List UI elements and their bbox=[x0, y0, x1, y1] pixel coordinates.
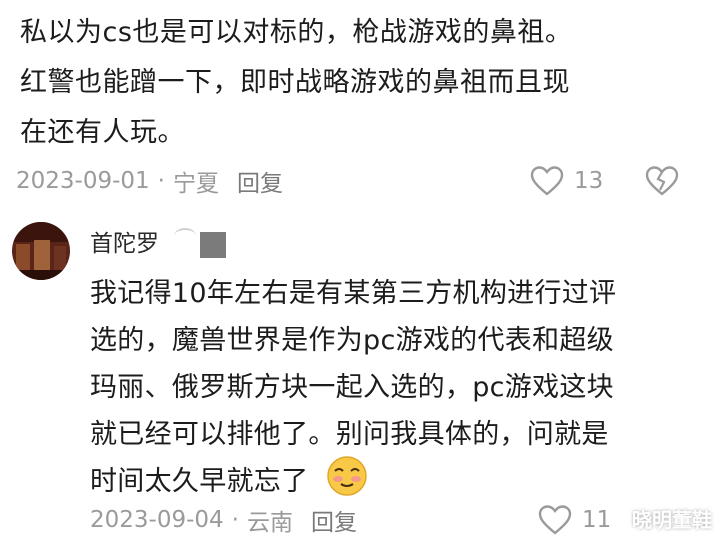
like-count: 13 bbox=[574, 168, 604, 194]
like-count: 11 bbox=[582, 507, 612, 533]
watermark: 晓明董鞋 bbox=[632, 508, 712, 532]
meta-separator: · bbox=[231, 507, 239, 533]
comment-text: 私以为cs也是可以对标的，枪战游戏的鼻祖。 红警也能蹭一下，即时战略游戏的鼻祖而… bbox=[20, 17, 573, 148]
like-button[interactable]: 13 bbox=[530, 161, 603, 201]
user-badge-icon bbox=[200, 232, 226, 258]
comment-location: 宁夏 bbox=[172, 171, 219, 197]
like-button[interactable]: 11 bbox=[538, 500, 611, 540]
heart-outline-icon bbox=[530, 166, 564, 196]
avatar[interactable] bbox=[12, 222, 70, 280]
reply-text: 我记得10年左右是有某第三方机构进行过评 选的，魔兽世界是作为pc游戏的代表和超… bbox=[90, 278, 617, 497]
reply-meta: 2023-09-04 · 云南 回复 bbox=[90, 500, 357, 540]
comment-date: 2023-09-01 bbox=[16, 168, 150, 194]
user-badge-arc bbox=[174, 228, 196, 244]
meta-separator: · bbox=[157, 168, 165, 194]
reply-button[interactable]: 回复 bbox=[237, 164, 283, 198]
reply-date: 2023-09-04 bbox=[90, 507, 224, 533]
username[interactable]: 首陀罗 bbox=[90, 224, 159, 258]
heart-outline-icon bbox=[538, 505, 572, 535]
reply-button[interactable]: 回复 bbox=[311, 503, 357, 537]
comment-meta: 2023-09-01 · 宁夏 回复 bbox=[16, 161, 283, 201]
shy-smile-emoji-icon bbox=[327, 456, 367, 496]
avatar-image bbox=[12, 222, 70, 280]
reply-location: 云南 bbox=[246, 510, 293, 536]
broken-heart-icon[interactable] bbox=[645, 166, 679, 196]
